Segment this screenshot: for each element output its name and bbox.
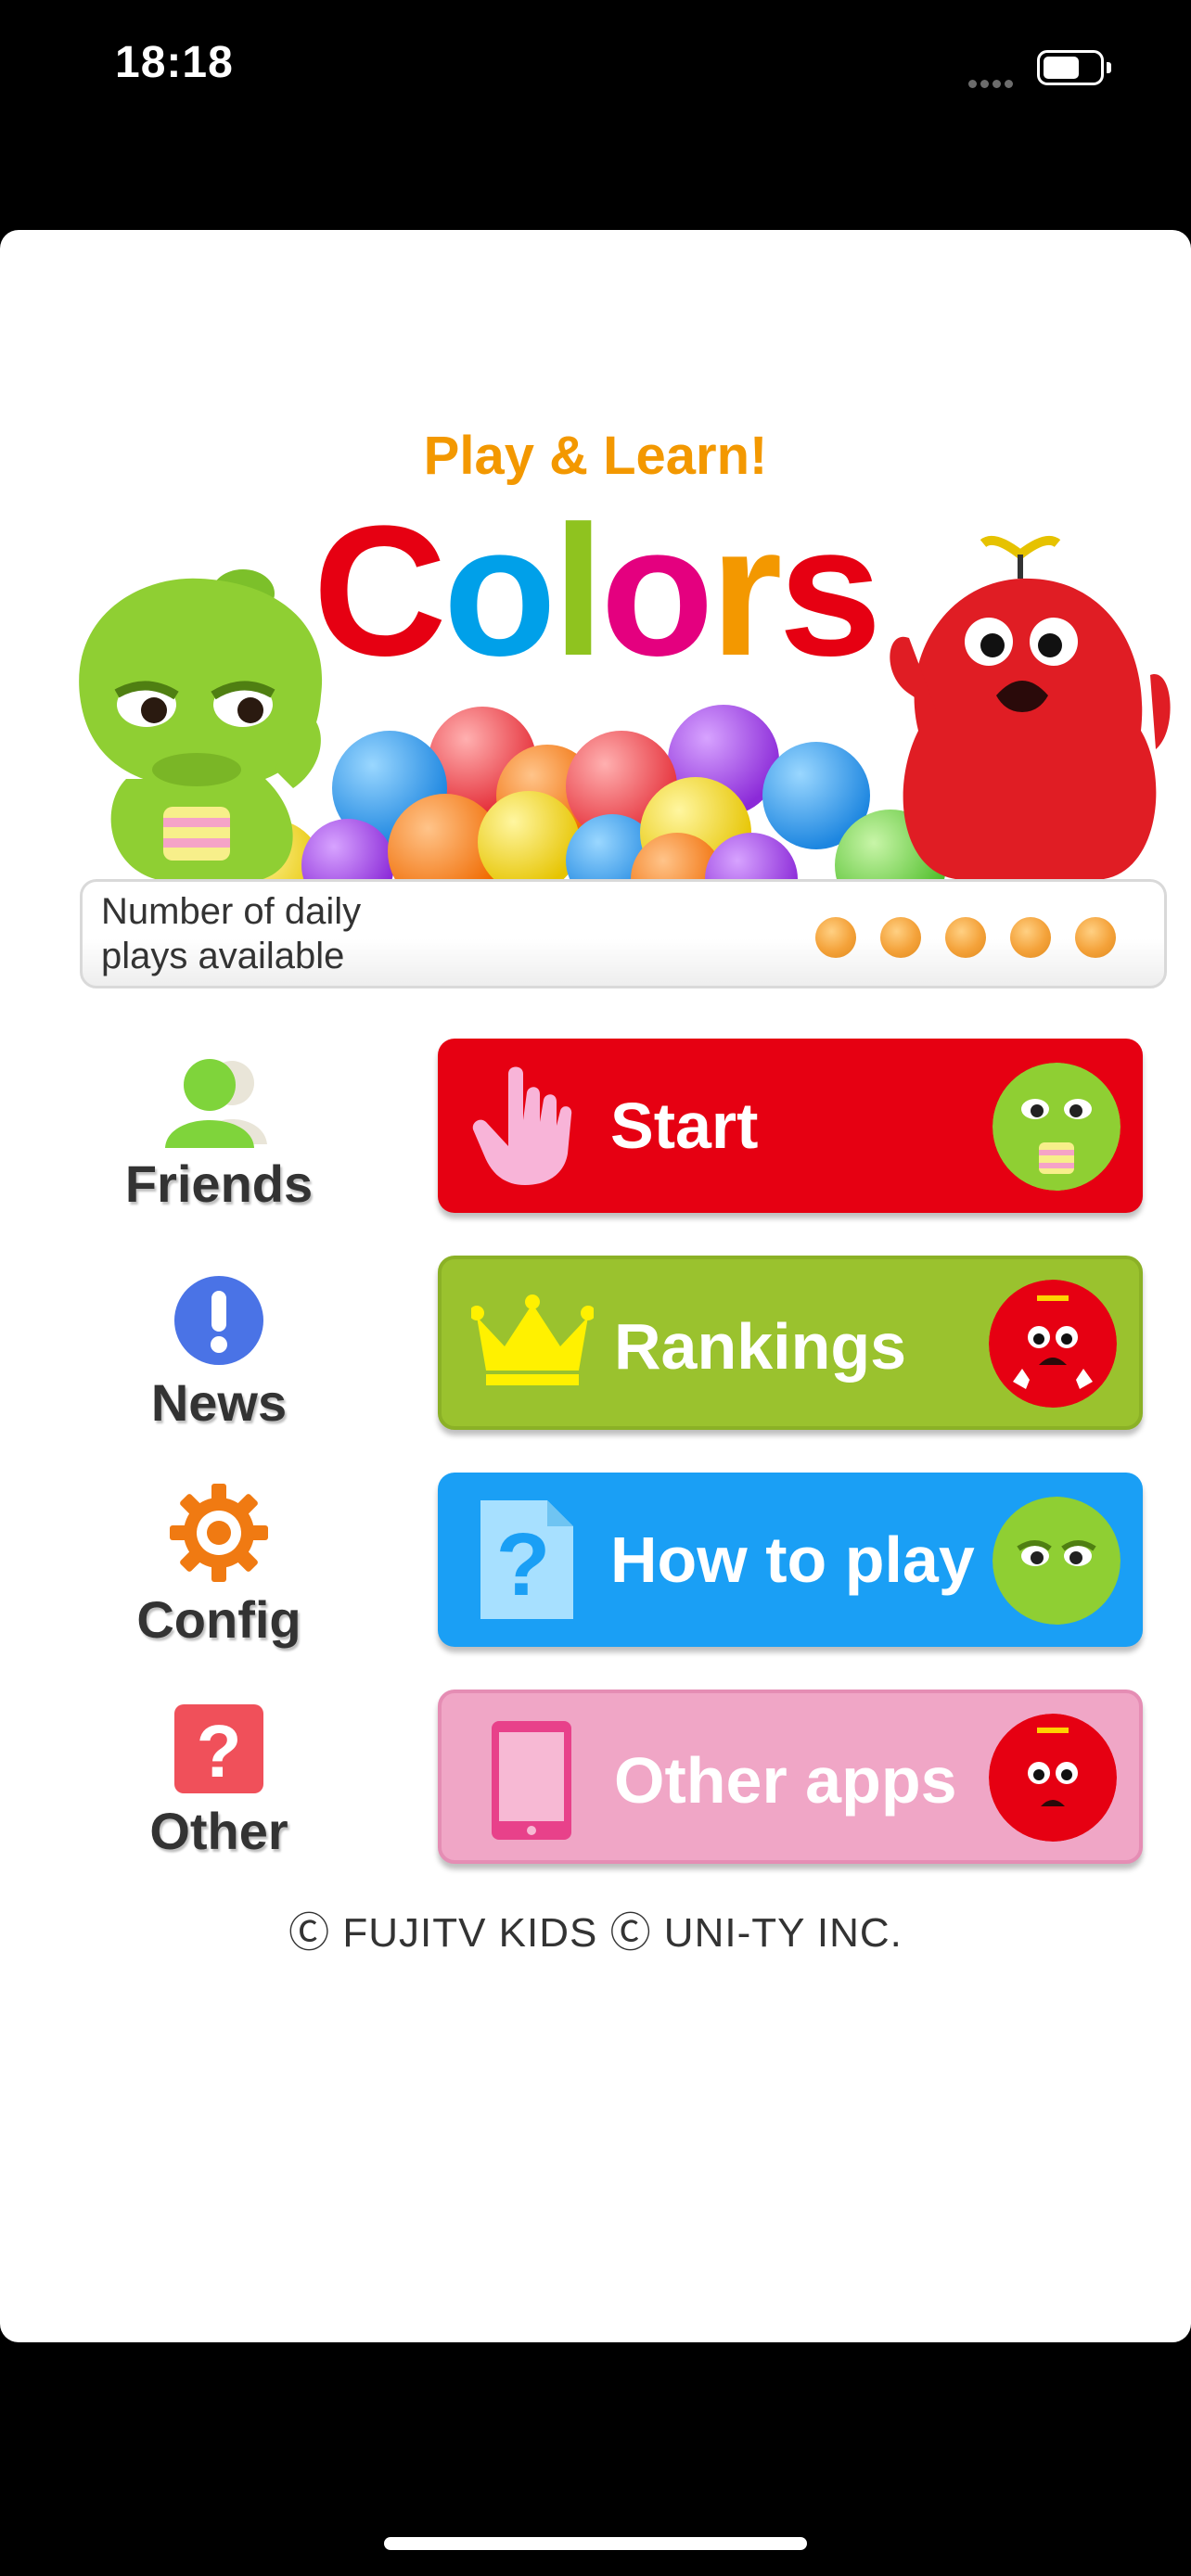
start-label: Start [610, 1090, 759, 1162]
status-bar: 18:18 [0, 0, 1191, 139]
news-label: News [150, 1373, 288, 1432]
title-letter: s [778, 488, 881, 695]
crown-icon [471, 1294, 594, 1385]
smartphone-icon [492, 1721, 571, 1840]
play-token [1075, 917, 1116, 958]
rankings-button[interactable]: Rankings [438, 1256, 1143, 1430]
rankings-label: Rankings [614, 1310, 907, 1383]
battery-icon [1037, 50, 1104, 85]
home-indicator[interactable] [384, 2537, 807, 2550]
green-character-face [992, 1063, 1121, 1191]
svg-text:?: ? [496, 1515, 551, 1614]
other-label: Other [149, 1802, 288, 1860]
daily-plays-label: Number of daily plays available [101, 891, 362, 976]
question-icon: ? [174, 1704, 263, 1793]
friends-label: Friends [124, 1154, 314, 1213]
pointing-hand-icon [472, 1066, 572, 1185]
svg-text:?: ? [197, 1710, 242, 1792]
ball-pile-illustration [232, 705, 946, 888]
config-label: Config [136, 1590, 301, 1649]
title-letter: l [552, 488, 605, 695]
title-letter: r [710, 488, 783, 695]
green-character-illustration [79, 569, 323, 881]
copyright-footer: Ⓒ FUJITV KIDS Ⓒ UNI-TY INC. [288, 1910, 903, 1956]
how-to-play-button[interactable]: ? How to play [438, 1473, 1143, 1647]
friends-button[interactable]: Friends [93, 1055, 345, 1214]
help-document-icon: ? [480, 1500, 573, 1619]
friends-icon [165, 1059, 267, 1148]
green-character-face [992, 1497, 1121, 1625]
other-apps-button[interactable]: Other apps [438, 1690, 1143, 1864]
title-letter: o [442, 488, 557, 695]
red-character-face [989, 1280, 1117, 1408]
news-button[interactable]: News [93, 1274, 345, 1433]
play-token [945, 917, 986, 958]
other-apps-label: Other apps [614, 1744, 957, 1817]
start-button[interactable]: Start [438, 1039, 1143, 1213]
plays-remaining-indicator [815, 917, 1140, 958]
gear-icon [170, 1484, 268, 1582]
other-button[interactable]: ? Other [93, 1702, 345, 1861]
title-letter: o [600, 488, 713, 695]
exclamation-icon [174, 1276, 263, 1365]
play-token [1010, 917, 1051, 958]
daily-plays-panel: Number of daily plays available [80, 879, 1167, 988]
config-button[interactable]: Config [93, 1482, 345, 1650]
play-token [880, 917, 921, 958]
red-character-face [989, 1714, 1117, 1842]
signal-icon [968, 76, 1020, 88]
status-time: 18:18 [115, 38, 234, 87]
how-to-play-label: How to play [610, 1524, 975, 1596]
play-token [815, 917, 856, 958]
subtitle: Play & Learn! [423, 426, 768, 486]
red-character-illustration [890, 536, 1171, 879]
title-letter: C [313, 488, 446, 695]
app-screen: Play & Learn! Colors Number of daily pla… [0, 230, 1191, 2342]
